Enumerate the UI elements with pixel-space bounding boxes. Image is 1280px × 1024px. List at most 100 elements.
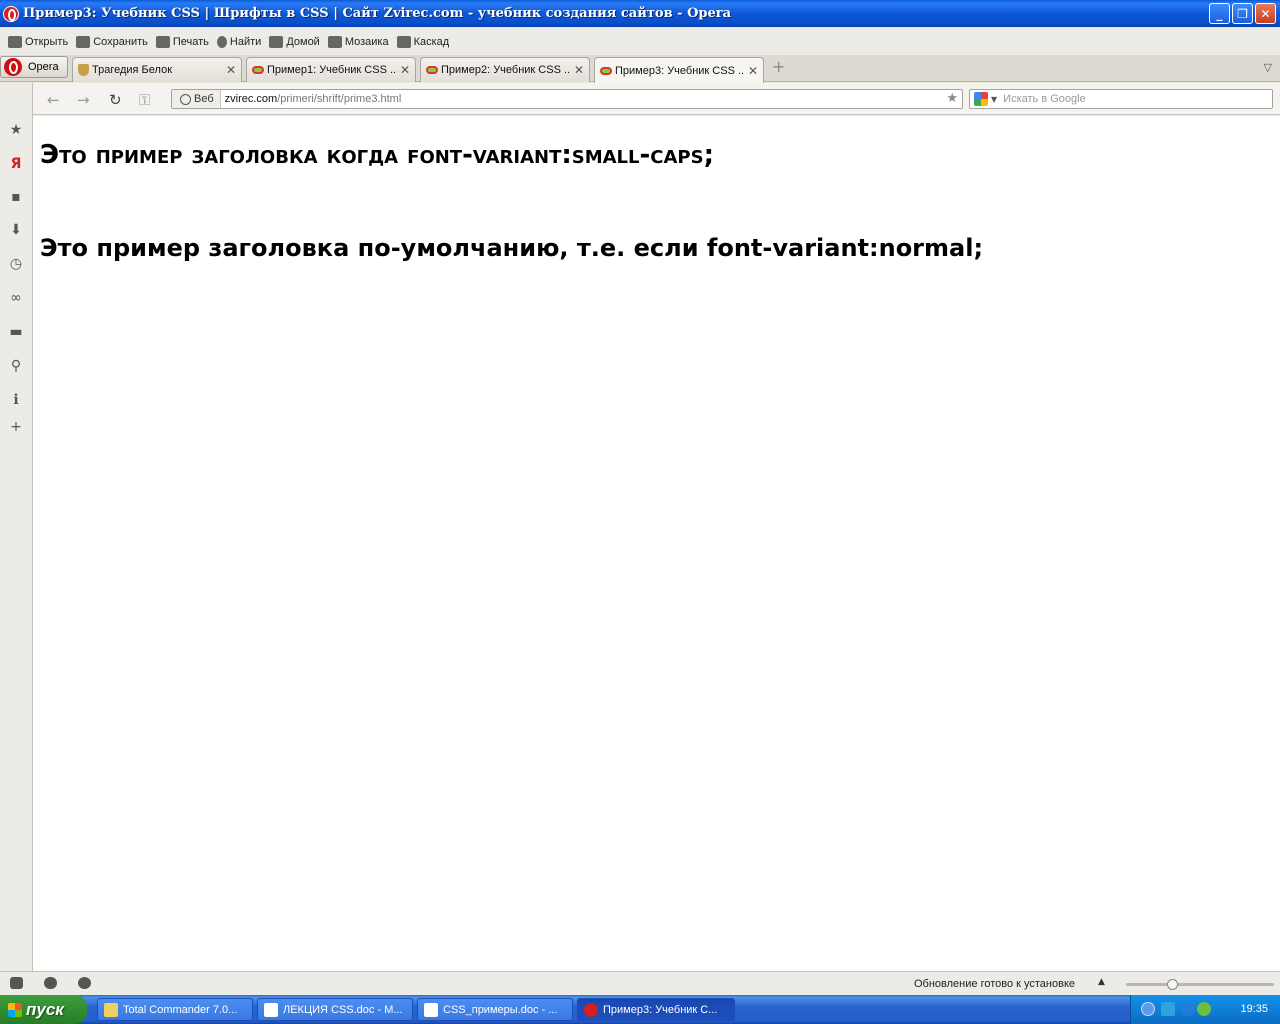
tray-expand-icon[interactable] [1141,1002,1155,1016]
heading-normal: Это пример заголовка по-умолчанию, т.е. … [40,234,984,262]
save-icon [76,35,91,48]
clock[interactable]: 19:35 [1240,1003,1268,1015]
turbo-gauge-icon[interactable] [78,977,91,989]
search-field[interactable]: ▼ Искать в Google [969,89,1273,109]
start-label: пуск [26,999,64,1019]
tab-close-icon[interactable]: ✕ [574,63,584,77]
web-badge[interactable]: Веб [172,90,221,108]
tab-label: Пример3: Учебник CSS ... [615,64,744,77]
yandex-icon[interactable]: Я [8,156,24,172]
search-engine-dropdown-icon[interactable]: ▼ [991,95,997,104]
tab-bar: Opera Трагедия Белок ✕ Пример1: Учебник … [0,55,1280,83]
save-button[interactable]: Сохранить [74,31,154,53]
opera-icon [584,1002,598,1017]
windows-taskbar: пуск Total Commander 7.0... ЛЕКЦИЯ CSS.d… [0,995,1280,1024]
cascade-button[interactable]: Каскад [395,31,456,53]
find-label: Найти [229,35,262,48]
cascade-label: Каскад [413,35,450,48]
tile-icon [327,35,342,48]
tab-close-icon[interactable]: ✕ [226,63,236,77]
taskbar-item-word-examples[interactable]: CSS_примеры.doc - ... [417,998,573,1021]
downloads-icon[interactable]: ⬇ [8,222,24,238]
page-content: Это пример заголовка когда font-variant:… [33,116,1280,971]
home-icon [269,35,284,48]
notes-icon[interactable]: ▪ [8,189,24,205]
save-label: Сохранить [93,35,148,48]
back-arrow-icon[interactable]: ← [47,91,60,109]
google-icon[interactable] [974,92,988,106]
start-button[interactable]: пуск [0,995,87,1024]
main-toolbar: Открыть Сохранить Печать Найти Домой Моз… [0,28,1280,55]
printer-icon [155,35,170,48]
update-status[interactable]: Обновление готово к установке [914,978,1075,990]
print-button[interactable]: Печать [154,31,215,53]
bookmark-star-icon[interactable]: ★ [946,91,958,106]
opera-menu-button[interactable]: Opera [0,56,68,78]
reload-icon[interactable]: ↻ [109,91,122,109]
word-doc-icon [424,1002,438,1017]
network-icon[interactable] [1161,1002,1175,1016]
title-bar: Пример3: Учебник CSS | Шрифты в CSS | Са… [0,0,1280,27]
side-panel: ★ Я ▪ ⬇ ◷ ∞ ▬ ⚲ ℹ + [0,83,33,971]
taskbar-item-opera[interactable]: Пример3: Учебник С... [577,998,735,1021]
add-panel-plus-icon[interactable]: + [8,419,24,435]
site-favicon-icon [252,66,264,74]
web-label: Веб [194,93,214,105]
url-text[interactable]: zvirec.com/primeri/shrift/prime3.html [221,93,402,105]
tab-close-icon[interactable]: ✕ [748,64,758,78]
find-button[interactable]: Найти [215,31,267,53]
task-label: CSS_примеры.doc - ... [443,1003,558,1016]
heading-small-caps: Это пример заголовка когда font-variant:… [40,140,714,170]
panel-toggle-icon[interactable] [10,977,23,989]
tab-1[interactable]: Трагедия Белок ✕ [72,57,242,82]
close-button[interactable]: ✕ [1255,3,1276,24]
tab-label: Пример2: Учебник CSS ... [441,64,570,76]
links-icon[interactable]: ∞ [8,290,24,306]
update-arrow-icon[interactable]: ▲ [1098,977,1105,987]
word-doc-icon [264,1002,278,1017]
search-panel-icon[interactable]: ⚲ [8,358,24,374]
search-placeholder: Искать в Google [1003,93,1086,105]
tab-list-chevron-icon[interactable]: ▽ [1264,61,1272,74]
taskbar-item-total-commander[interactable]: Total Commander 7.0... [97,998,253,1021]
home-button[interactable]: Домой [267,31,326,53]
home-label: Домой [286,35,320,48]
total-commander-icon [104,1002,118,1017]
tile-button[interactable]: Мозаика [326,31,395,53]
tab-close-icon[interactable]: ✕ [400,63,410,77]
restore-button[interactable]: ❐ [1232,3,1253,24]
tab-2[interactable]: Пример1: Учебник CSS ... ✕ [246,57,416,82]
antivirus-icon[interactable] [1181,1002,1195,1016]
history-clock-icon[interactable]: ◷ [8,256,24,272]
taskbar-item-word-lecture[interactable]: ЛЕКЦИЯ CSS.doc - M... [257,998,413,1021]
forward-arrow-icon[interactable]: → [77,91,90,109]
tab-label: Трагедия Белок [92,64,173,76]
tab-3[interactable]: Пример2: Учебник CSS ... ✕ [420,57,590,82]
print-label: Печать [172,35,209,48]
unite-cloud-icon[interactable] [44,977,57,989]
status-bar: Обновление готово к установке ▲ [0,971,1280,995]
cascade-icon [396,35,411,48]
opera-icon[interactable] [3,5,19,22]
key-icon[interactable]: ⚿ [139,91,150,109]
address-toolbar: ← → ↻ ⚿ Веб zvirec.com/primeri/shrift/pr… [33,83,1280,115]
window-title: Пример3: Учебник CSS | Шрифты в CSS | Са… [23,6,732,21]
zoom-slider[interactable] [1126,979,1274,990]
shield-favicon-icon [78,64,89,76]
bookmarks-star-icon[interactable]: ★ [8,122,24,138]
opera-logo-icon [4,58,22,76]
tab-4-active[interactable]: Пример3: Учебник CSS ... ✕ [594,57,764,83]
minimize-button[interactable]: _ [1209,3,1230,24]
tab-label: Пример1: Учебник CSS ... [267,64,396,76]
new-tab-plus-icon[interactable]: + [772,59,786,75]
magnifier-icon [216,35,227,48]
window-controls: _ ❐ ✕ [1209,3,1276,24]
task-label: ЛЕКЦИЯ CSS.doc - M... [283,1003,403,1016]
globe-icon [180,93,191,105]
status-globe-icon[interactable] [1197,1002,1211,1016]
info-icon[interactable]: ℹ [8,392,24,408]
windows-panel-icon[interactable]: ▬ [8,324,24,340]
zoom-slider-knob[interactable] [1167,979,1179,990]
open-button[interactable]: Открыть [6,31,74,53]
address-field[interactable]: Веб zvirec.com/primeri/shrift/prime3.htm… [171,89,963,109]
